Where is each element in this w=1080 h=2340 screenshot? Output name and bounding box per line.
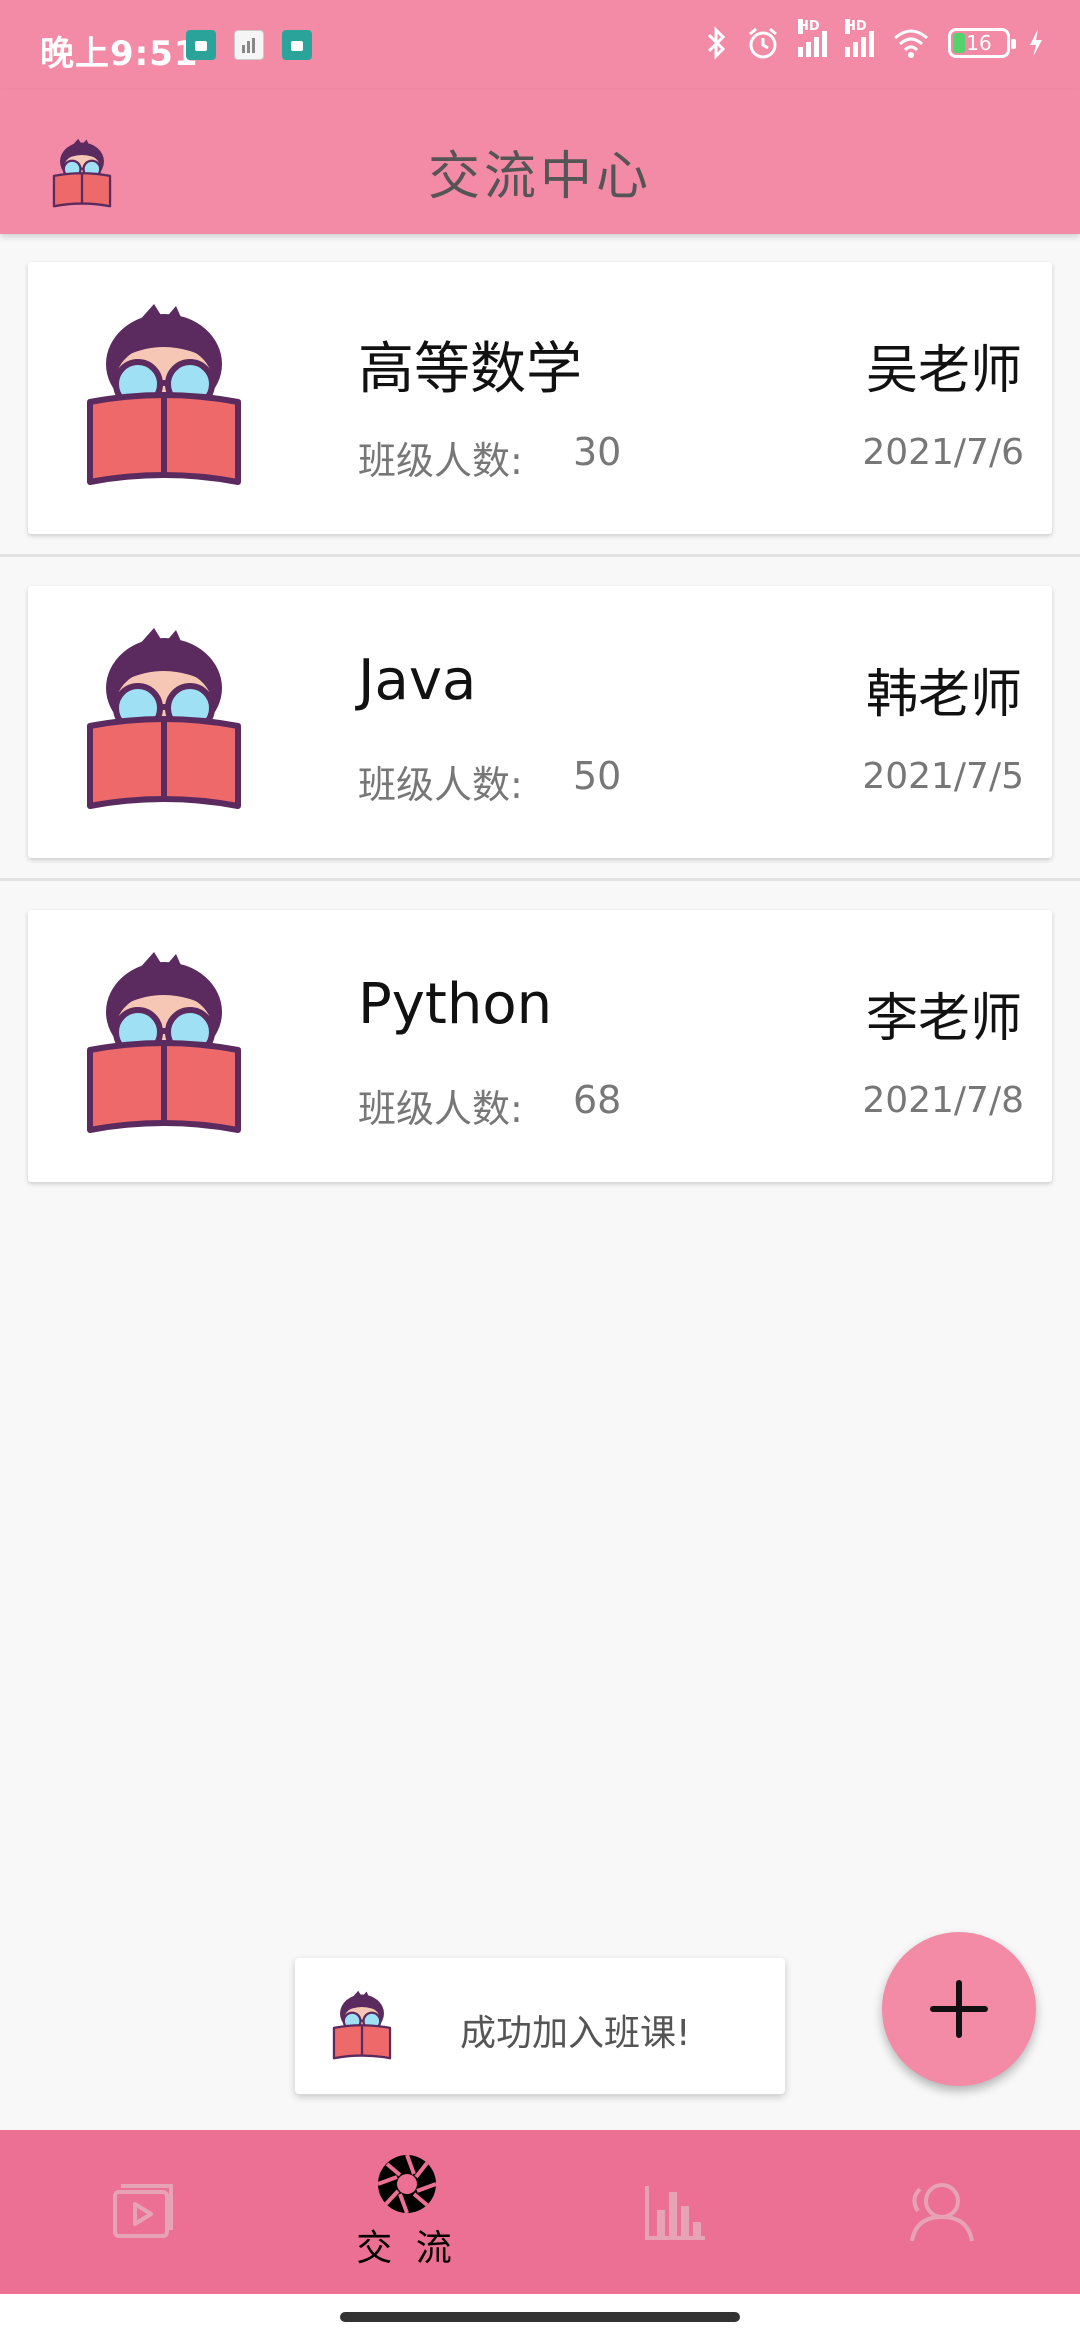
divider <box>0 554 1080 557</box>
class-card-3[interactable]: Python 班级人数: 68 李老师 2021/7/8 <box>28 910 1052 1182</box>
android-notification-icon <box>282 30 312 60</box>
add-class-button[interactable] <box>882 1932 1036 2086</box>
nav-item-profile[interactable] <box>806 2130 1076 2294</box>
battery-icon: 16 <box>948 28 1016 58</box>
mascot-icon <box>84 626 244 816</box>
plus-icon <box>930 1980 988 2038</box>
nav-item-stats[interactable] <box>540 2130 810 2294</box>
battery-level: 16 <box>966 31 992 55</box>
bar-chart-icon <box>645 2186 705 2240</box>
users-icon <box>910 2183 974 2242</box>
course-name: Python <box>358 972 553 1037</box>
course-name: Java <box>358 648 477 713</box>
home-indicator[interactable] <box>340 2312 740 2322</box>
class-size-label: 班级人数: <box>358 439 523 483</box>
alarm-icon <box>749 27 777 59</box>
android-notification-icon <box>186 30 216 60</box>
signal-icon: HD <box>798 19 827 57</box>
toast-message: 成功加入班课! <box>295 1958 785 2094</box>
class-size-value: 30 <box>573 430 622 474</box>
bottom-navigation: 交 流 <box>0 2130 1080 2294</box>
class-size-label: 班级人数: <box>358 1087 523 1131</box>
aperture-icon <box>377 2154 437 2214</box>
notification-icons <box>186 30 312 60</box>
status-icons: HD HD 16 <box>706 19 1044 60</box>
nav-item-exchange[interactable]: 交 流 <box>272 2130 542 2294</box>
teacher-name: 吴老师 <box>865 341 1022 401</box>
mascot-icon <box>331 1990 393 2062</box>
status-bar: 晚上9:51 HD HD 16 <box>0 0 1080 90</box>
page-title: 交流中心 <box>427 147 652 207</box>
class-size-value: 68 <box>573 1078 622 1122</box>
nav-label-exchange: 交 流 <box>356 2228 458 2269</box>
nav-item-video[interactable] <box>8 2130 278 2294</box>
class-size-label: 班级人数: <box>358 763 523 807</box>
video-icon <box>113 2184 173 2238</box>
class-size-value: 50 <box>573 754 622 798</box>
signal-icon: HD <box>845 19 874 57</box>
mascot-icon <box>84 950 244 1140</box>
class-card-1[interactable]: 高等数学 班级人数: 30 吴老师 2021/7/6 <box>28 262 1052 534</box>
wifi-icon <box>894 29 928 58</box>
class-card-2[interactable]: Java 班级人数: 50 韩老师 2021/7/5 <box>28 586 1052 858</box>
chart-notification-icon <box>234 30 264 60</box>
class-date: 2021/7/6 <box>862 432 1024 473</box>
divider <box>0 878 1080 881</box>
toast-text: 成功加入班课! <box>460 2013 691 2054</box>
app-bar: 交流中心 <box>0 90 1080 234</box>
status-time: 晚上9:51 <box>40 34 199 74</box>
teacher-name: 李老师 <box>865 989 1022 1049</box>
bluetooth-icon <box>707 26 726 60</box>
class-date: 2021/7/8 <box>862 1080 1024 1121</box>
teacher-name: 韩老师 <box>865 665 1022 725</box>
course-name: 高等数学 <box>358 337 582 402</box>
charging-icon <box>1030 29 1042 57</box>
mascot-icon <box>84 302 244 492</box>
class-date: 2021/7/5 <box>862 756 1024 797</box>
